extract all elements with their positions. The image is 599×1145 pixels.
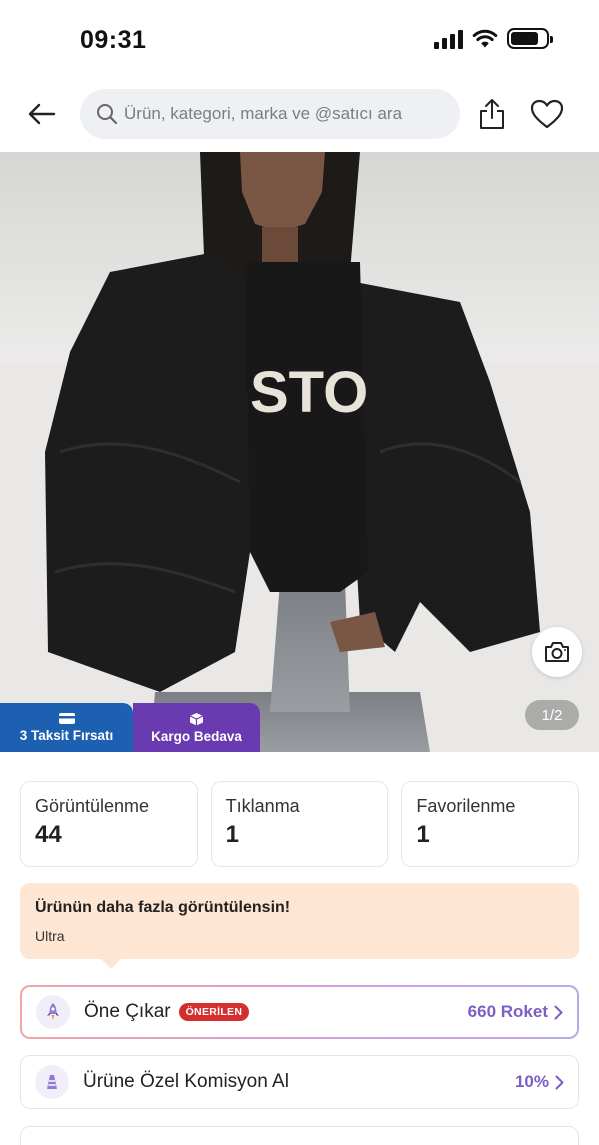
installment-badge: 3 Taksit Fırsatı: [0, 703, 133, 752]
feature-product-option[interactable]: Öne Çıkar ÖNERİLEN 660 Roket: [20, 985, 579, 1039]
more-option-partial[interactable]: [20, 1126, 579, 1145]
search-input[interactable]: [124, 104, 424, 124]
commission-option-value: 10%: [514, 1072, 549, 1091]
camera-icon: [545, 642, 569, 662]
box-icon: [189, 712, 204, 725]
stat-card-clicks: Tıklanma 1: [210, 781, 389, 867]
promo-banner: Ürünün daha fazla görüntülensin! Ultra: [20, 883, 579, 969]
installment-badge-label: 3 Taksit Fırsatı: [19, 728, 114, 743]
feature-option-value: 660 Roket: [467, 1002, 548, 1021]
share-button[interactable]: [474, 94, 510, 134]
battery-icon: [507, 28, 553, 49]
visual-search-button[interactable]: [532, 627, 582, 677]
commission-option[interactable]: Ürüne Özel Komisyon Al 10%: [20, 1055, 579, 1109]
heart-icon: [530, 99, 564, 129]
promo-subtitle: Ultra: [35, 928, 65, 944]
product-image[interactable]: STO 1/2 3 Taksit Fırsatı Kargo Bedava: [0, 152, 599, 752]
stat-label: Görüntülenme: [35, 796, 150, 816]
card-icon: [58, 713, 75, 724]
feature-option-label: Öne Çıkar: [84, 1001, 171, 1022]
status-icons: [434, 28, 553, 49]
share-icon: [480, 99, 504, 129]
back-button[interactable]: [22, 96, 62, 132]
status-time: 09:31: [80, 26, 147, 54]
feature-option-value-wrap: 660 Roket: [468, 1002, 563, 1022]
stat-card-views: Görüntülenme 44: [20, 781, 198, 867]
status-bar: 09:31: [0, 0, 599, 78]
stat-value: 1: [225, 821, 240, 848]
search-icon: [97, 104, 118, 125]
stat-label: Favorilenme: [416, 796, 516, 816]
free-shipping-badge-label: Kargo Bedava: [151, 728, 242, 744]
wifi-icon: [472, 29, 498, 47]
promo-title: Ürünün daha fazla görüntülensin!: [35, 899, 291, 916]
signal-icon: [434, 29, 463, 49]
back-arrow-icon: [28, 103, 56, 125]
stats-row: Görüntülenme 44 Tıklanma 1 Favorilenme 1: [20, 781, 580, 867]
image-pager: 1/2: [525, 700, 579, 730]
gift-icon: [35, 1065, 69, 1099]
top-nav: [0, 80, 599, 150]
free-shipping-badge: Kargo Bedava: [133, 703, 260, 752]
svg-text:STO: STO: [250, 360, 368, 425]
favorite-button[interactable]: [528, 96, 566, 132]
stat-value: 1: [416, 821, 430, 848]
stat-value: 44: [35, 821, 62, 848]
search-box[interactable]: [80, 89, 460, 139]
rocket-icon: [36, 995, 70, 1029]
chevron-right-icon: [554, 1005, 563, 1019]
chevron-right-icon: [555, 1075, 564, 1089]
recommended-badge: ÖNERİLEN: [178, 1003, 250, 1021]
commission-option-label: Ürüne Özel Komisyon Al: [83, 1071, 289, 1092]
product-photo: STO: [0, 152, 599, 752]
stat-card-favorites: Favorilenme 1: [401, 781, 580, 867]
stat-label: Tıklanma: [225, 796, 300, 816]
commission-option-value-wrap: 10%: [515, 1072, 564, 1092]
